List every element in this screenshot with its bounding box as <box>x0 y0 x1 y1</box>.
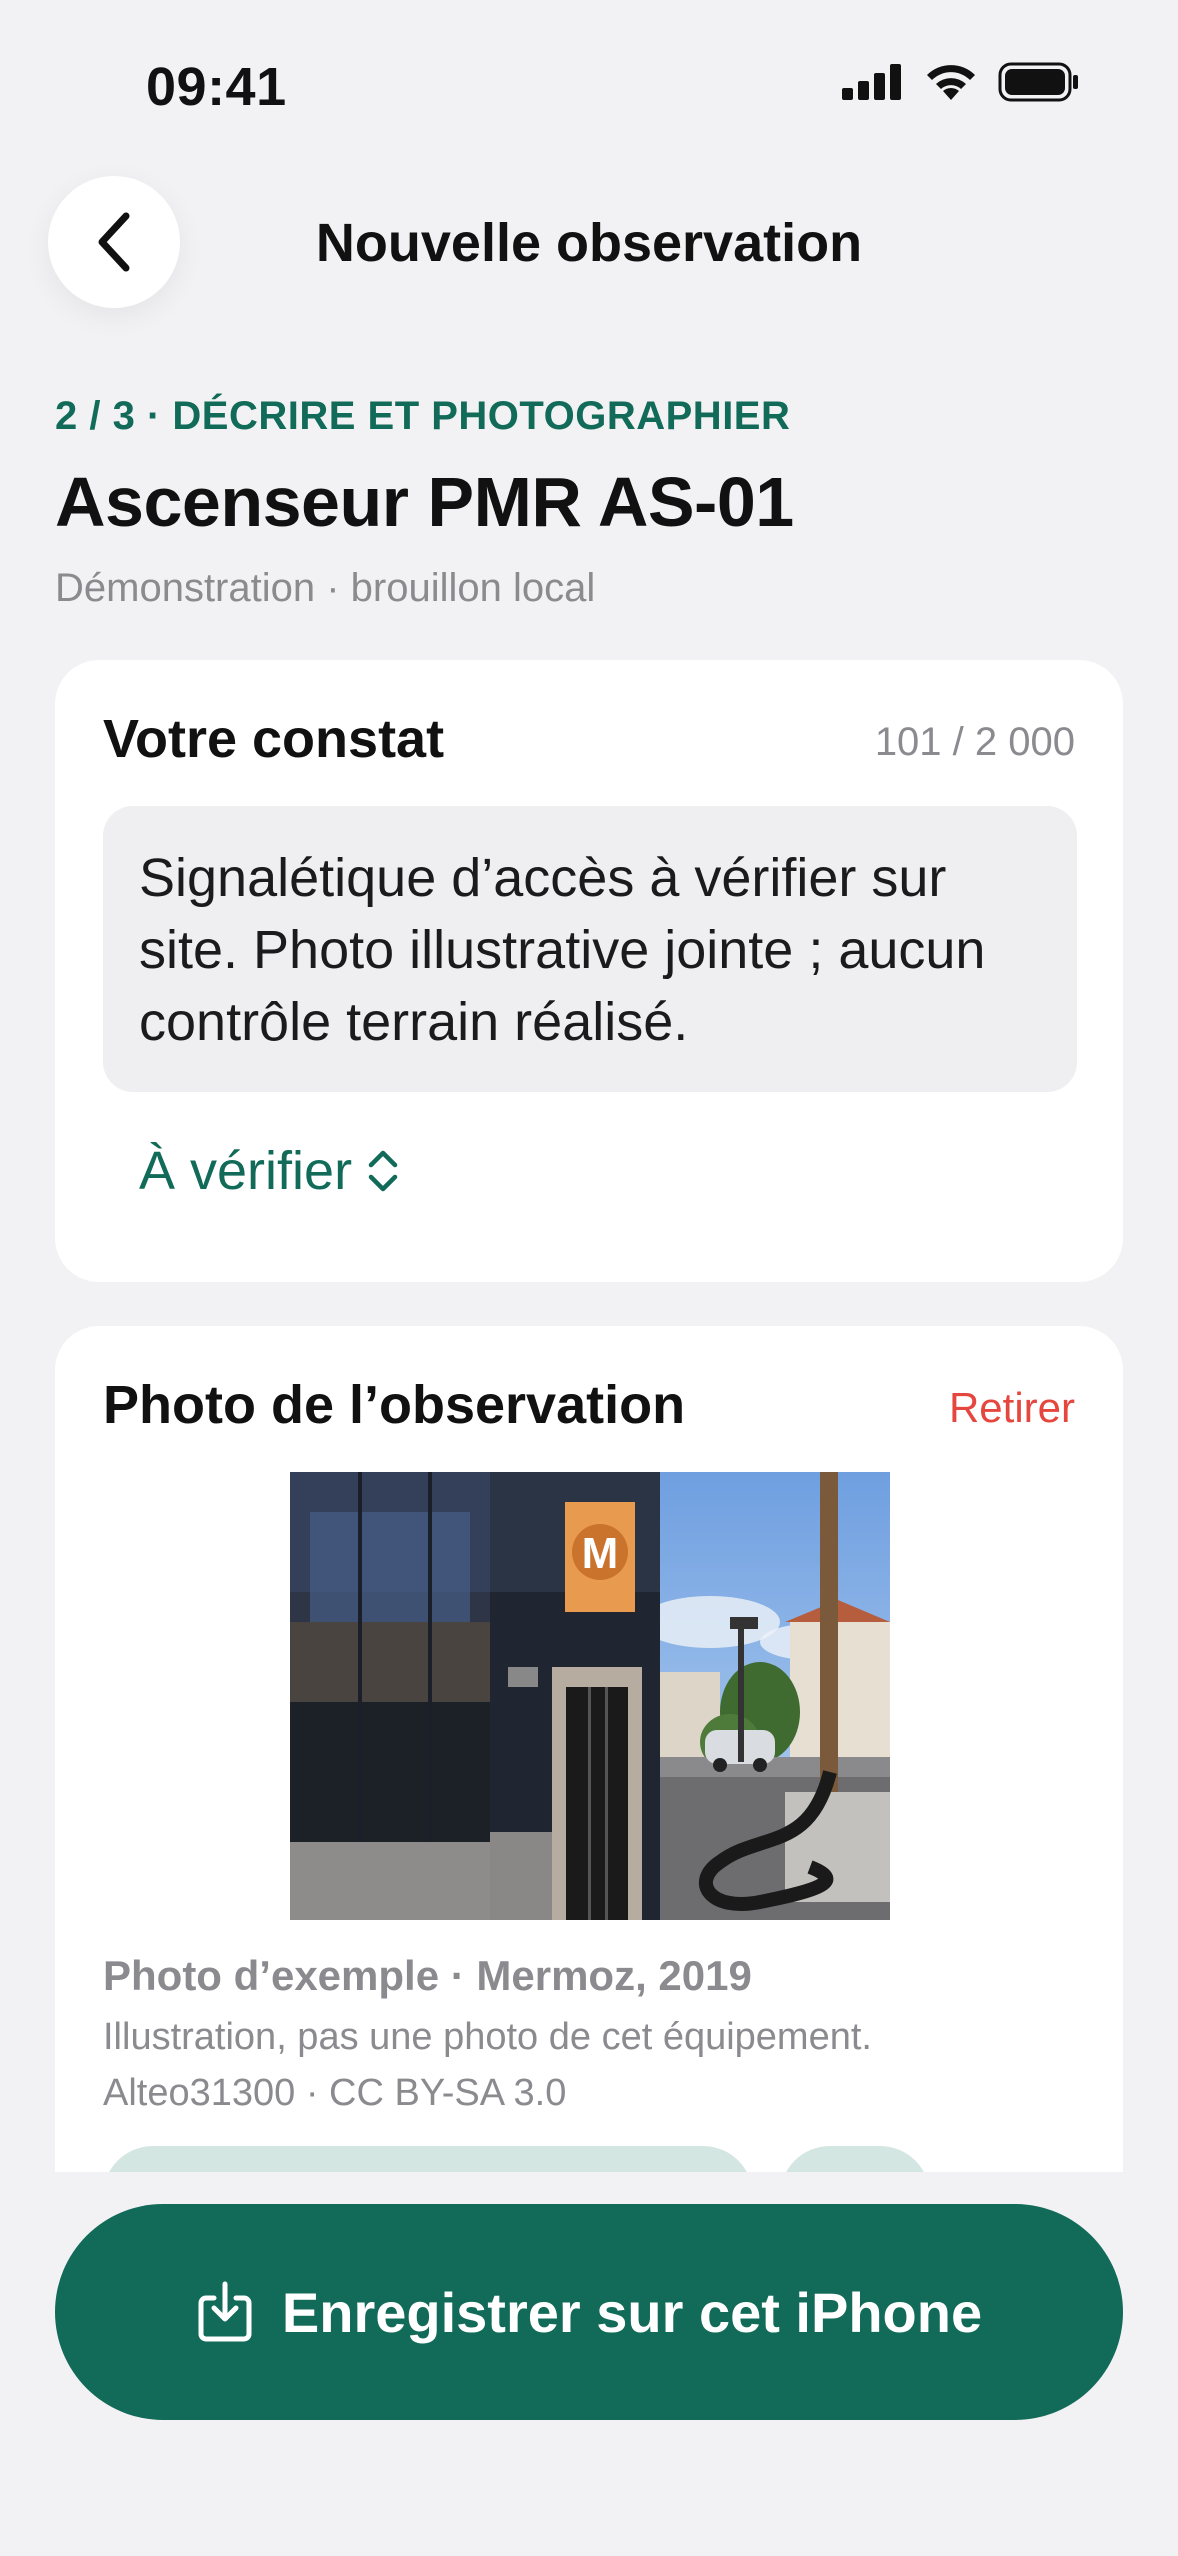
status-value: À vérifier <box>139 1141 353 1201</box>
save-button[interactable]: Enregistrer sur cet iPhone <box>55 2204 1123 2420</box>
status-picker[interactable]: À vérifier <box>139 1140 400 1202</box>
status-bar: 09:41 <box>0 0 1178 150</box>
photo-card: Photo de l’observation Retirer M Photo d… <box>55 1326 1123 2246</box>
character-counter: 101 / 2 000 <box>874 720 1075 764</box>
page-subtitle: Démonstration · brouillon local <box>55 566 596 610</box>
constat-card: Votre constat 101 / 2 000 Signalétique d… <box>55 660 1123 1282</box>
observation-photo[interactable]: M <box>290 1472 890 1920</box>
step-indicator: 2 / 3 · DÉCRIRE ET PHOTOGRAPHIER <box>55 394 791 438</box>
cellular-signal-icon <box>842 64 901 100</box>
chevron-up-down-icon <box>368 1150 398 1192</box>
save-button-label: Enregistrer sur cet iPhone <box>281 2280 983 2344</box>
photo-credit: Alteo31300 · CC BY-SA 3.0 <box>103 2072 567 2114</box>
status-time: 09:41 <box>146 57 287 117</box>
svg-text:M: M <box>582 1529 619 1578</box>
photo-note: Illustration, pas une photo de cet équip… <box>103 2016 872 2058</box>
bottom-action-bar: Enregistrer sur cet iPhone <box>0 2172 1178 2556</box>
battery-icon <box>998 62 1078 102</box>
nav-title: Nouvelle observation <box>315 213 863 273</box>
constat-textarea[interactable]: Signalétique d’accès à vérifier sur site… <box>103 806 1077 1092</box>
status-icons <box>842 62 1080 102</box>
photo-heading: Photo de l’observation <box>103 1375 686 1435</box>
wifi-icon <box>927 65 975 100</box>
remove-photo-button[interactable]: Retirer <box>949 1384 1075 1432</box>
constat-heading: Votre constat <box>103 709 445 769</box>
page-title: Ascenseur PMR AS-01 <box>55 463 794 541</box>
photo-caption: Photo d’exemple · Mermoz, 2019 <box>103 1952 752 1999</box>
navigation-bar: Nouvelle observation <box>0 170 1178 320</box>
save-download-icon <box>198 2281 252 2342</box>
